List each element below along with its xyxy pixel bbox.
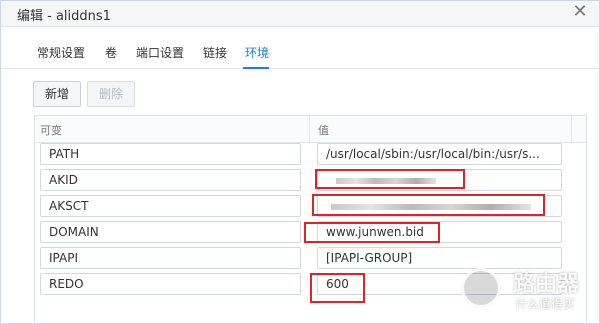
env-key-field[interactable]: PATH: [40, 143, 301, 165]
highlight-box: [312, 194, 545, 216]
tab-volume[interactable]: 卷: [105, 44, 117, 61]
column-header-variable: 可变: [40, 124, 62, 137]
watermark-subtitle: 什么值得买: [515, 297, 576, 311]
tab-links[interactable]: 链接: [203, 44, 227, 61]
tab-environment[interactable]: 环境: [245, 44, 269, 61]
router-logo-icon: [461, 268, 501, 308]
watermark-brand: 路由器: [513, 272, 580, 297]
tab-bar: 常规设置 卷 端口设置 链接 环境: [1, 27, 599, 69]
env-value-field[interactable]: /usr/local/sbin:/usr/local/bin:/usr/s...: [317, 143, 562, 165]
env-key-field[interactable]: REDO: [40, 273, 301, 295]
edit-dialog: 编辑 - aliddns1 ✕ 常规设置 卷 端口设置 链接 环境 新增 删除 …: [0, 0, 600, 324]
delete-button[interactable]: 删除: [87, 81, 135, 107]
tab-general-settings[interactable]: 常规设置: [37, 44, 85, 61]
watermark: 路由器 什么值得买: [457, 264, 600, 324]
highlight-box: [310, 273, 365, 303]
table-header: 可变 值: [35, 116, 586, 143]
close-icon[interactable]: ✕: [570, 2, 590, 22]
column-header-value: 值: [318, 124, 329, 137]
column-divider: [571, 116, 572, 143]
env-key-field[interactable]: DOMAIN: [40, 221, 301, 243]
env-key-field[interactable]: AKID: [40, 169, 301, 191]
env-key-field[interactable]: AKSCT: [40, 195, 301, 217]
env-key-field[interactable]: IPAPI: [40, 247, 301, 269]
highlight-box: [304, 222, 440, 243]
column-divider: [309, 116, 310, 143]
dialog-title: 编辑 - aliddns1: [17, 9, 111, 24]
dialog-titlebar: 编辑 - aliddns1 ✕: [1, 1, 599, 27]
highlight-box: [315, 169, 465, 189]
active-tab-indicator: [243, 67, 269, 69]
tab-port-settings[interactable]: 端口设置: [136, 44, 184, 61]
add-button[interactable]: 新增: [33, 81, 81, 107]
